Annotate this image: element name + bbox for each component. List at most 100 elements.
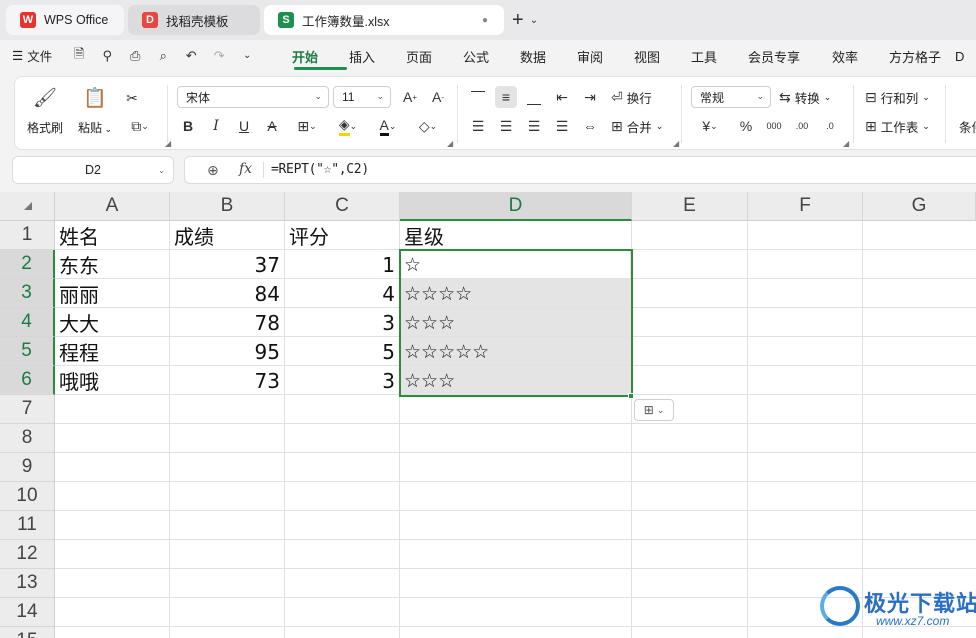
align-center-icon[interactable]: ☰ [495,115,517,137]
dot-icon[interactable]: ● [478,13,492,27]
strikethrough-icon[interactable]: A [261,115,283,137]
column-header[interactable]: D [400,192,632,221]
decrease-indent-icon[interactable]: ⇤ [551,86,573,108]
worksheet-button[interactable]: ⊞ 工作表 ⌄ [865,117,930,136]
font-color-icon[interactable]: A ⌄ [371,115,405,137]
align-bottom-icon[interactable]: ⎽ [523,86,545,108]
column-header[interactable]: F [748,192,863,221]
cell[interactable]: 程程 [55,337,169,366]
new-tab-button[interactable]: + ⌄ [512,8,538,32]
name-box[interactable]: D2 ⌄ [12,156,174,184]
copy-icon[interactable]: ⧉ ⌄ [123,115,157,137]
format-painter-button[interactable]: 🖌 格式刷 [25,85,65,136]
increase-font-icon[interactable]: A + [399,86,421,108]
fill-color-icon[interactable]: ◈ ⌄ [331,115,365,137]
share-icon[interactable]: ⚲ [98,47,116,65]
zoom-icon[interactable]: ⊕ [207,162,219,179]
clipboard-dialog-launcher[interactable]: ◢ [165,139,171,148]
cell[interactable]: 大大 [55,308,169,337]
cell[interactable]: 星级 [400,221,631,250]
scissors-icon[interactable]: ✂ [121,87,143,109]
font-size-select[interactable]: 11 ⌄ [333,86,391,108]
menu-tab[interactable]: 插入 [349,40,406,72]
align-left-icon[interactable]: ☰ [467,115,489,137]
percent-icon[interactable]: % [735,115,757,137]
column-header[interactable]: E [632,192,748,221]
menu-tab[interactable]: 效率 [832,40,889,72]
cell[interactable]: 78 [170,308,284,337]
paste-button[interactable]: 📋 粘贴 ⌄ [75,85,115,136]
column-header[interactable]: C [285,192,400,221]
formula-input[interactable]: =REPT("☆",C2) [271,162,369,177]
fill-handle[interactable] [628,393,634,399]
cell[interactable]: 东东 [55,250,169,279]
cell[interactable]: 3 [285,366,399,395]
row-header[interactable]: 4 [0,308,55,337]
number-format-select[interactable]: 常规 ⌄ [691,86,771,108]
eraser-icon[interactable]: ◇ ⌄ [411,115,445,137]
menu-tab[interactable]: 工具 [691,40,748,72]
row-header[interactable]: 13 [0,569,55,598]
row-header[interactable]: 8 [0,424,55,453]
cell[interactable]: 4 [285,279,399,308]
row-header[interactable]: 6 [0,366,55,395]
currency-icon[interactable]: ¥ ⌄ [695,115,725,137]
underline-icon[interactable]: U [233,115,255,137]
font-dialog-launcher[interactable]: ◢ [447,139,453,148]
chevron-down-icon[interactable]: ⌄ [238,47,256,65]
cell[interactable]: 评分 [285,221,399,250]
cell[interactable]: 姓名 [55,221,169,250]
tab-workbook[interactable]: S 工作簿数量.xlsx ● [264,5,504,35]
thousands-separator-icon[interactable]: 000 [763,115,785,137]
column-header[interactable]: B [170,192,285,221]
number-dialog-launcher[interactable]: ◢ [843,139,849,148]
distributed-icon[interactable]: ⇔ [579,115,601,137]
redo-icon[interactable]: ↷ [210,47,228,65]
menu-tab[interactable]: 审阅 [577,40,634,72]
conditional-format-button[interactable]: 条件 [959,117,976,136]
cell[interactable]: 84 [170,279,284,308]
menu-tab[interactable]: 页面 [406,40,463,72]
menu-tab[interactable]: 公式 [463,40,520,72]
row-header[interactable]: 14 [0,598,55,627]
column-header[interactable]: A [55,192,170,221]
decrease-font-icon[interactable]: A- [427,86,449,108]
function-icon[interactable]: fx [239,161,252,177]
row-column-button[interactable]: ⊟ 行和列 ⌄ [865,88,930,107]
alignment-dialog-launcher[interactable]: ◢ [673,139,679,148]
row-header[interactable]: 12 [0,540,55,569]
font-name-select[interactable]: 宋体 ⌄ [177,86,329,108]
row-header[interactable]: 3 [0,279,55,308]
align-top-icon[interactable]: ⎺ [467,86,489,108]
convert-button[interactable]: ⇆ 转换 ⌄ [779,88,831,107]
print-preview-icon[interactable]: ⌕ [154,47,172,65]
file-menu-button[interactable]: ☰ 文件 [12,46,52,65]
tab-wps-office[interactable]: W WPS Office [6,5,124,35]
justify-icon[interactable]: ☰ [551,115,573,137]
menu-tab[interactable]: 视图 [634,40,691,72]
align-right-icon[interactable]: ☰ [523,115,545,137]
fill-options-button[interactable]: ⊞ ⌄ [634,399,674,421]
border-icon[interactable]: ⊞ ⌄ [291,115,323,137]
save-icon[interactable]: 🗎 [70,46,88,65]
row-header[interactable]: 9 [0,453,55,482]
formula-bar[interactable]: ⊕ fx =REPT("☆",C2) [184,156,976,184]
menu-tab[interactable]: 数据 [520,40,577,72]
select-all-corner[interactable] [0,192,55,221]
menu-tab[interactable]: 方方格子 [889,40,955,72]
cell[interactable]: 丽丽 [55,279,169,308]
decrease-decimal-icon[interactable]: .0 [819,115,841,137]
row-header[interactable]: 11 [0,511,55,540]
menu-tab[interactable]: D [955,40,976,72]
cell[interactable]: 1 [285,250,399,279]
italic-icon[interactable]: I [205,115,227,137]
cell[interactable]: 成绩 [170,221,284,250]
row-header[interactable]: 7 [0,395,55,424]
row-header[interactable]: 2 [0,250,55,279]
align-middle-icon[interactable]: ≡ [495,86,517,108]
menu-tab[interactable]: 开始 [292,40,349,72]
row-header[interactable]: 15 [0,627,55,638]
merge-button[interactable]: ⊞ 合并 ⌄ [611,117,663,136]
row-header[interactable]: 10 [0,482,55,511]
cell[interactable]: 95 [170,337,284,366]
